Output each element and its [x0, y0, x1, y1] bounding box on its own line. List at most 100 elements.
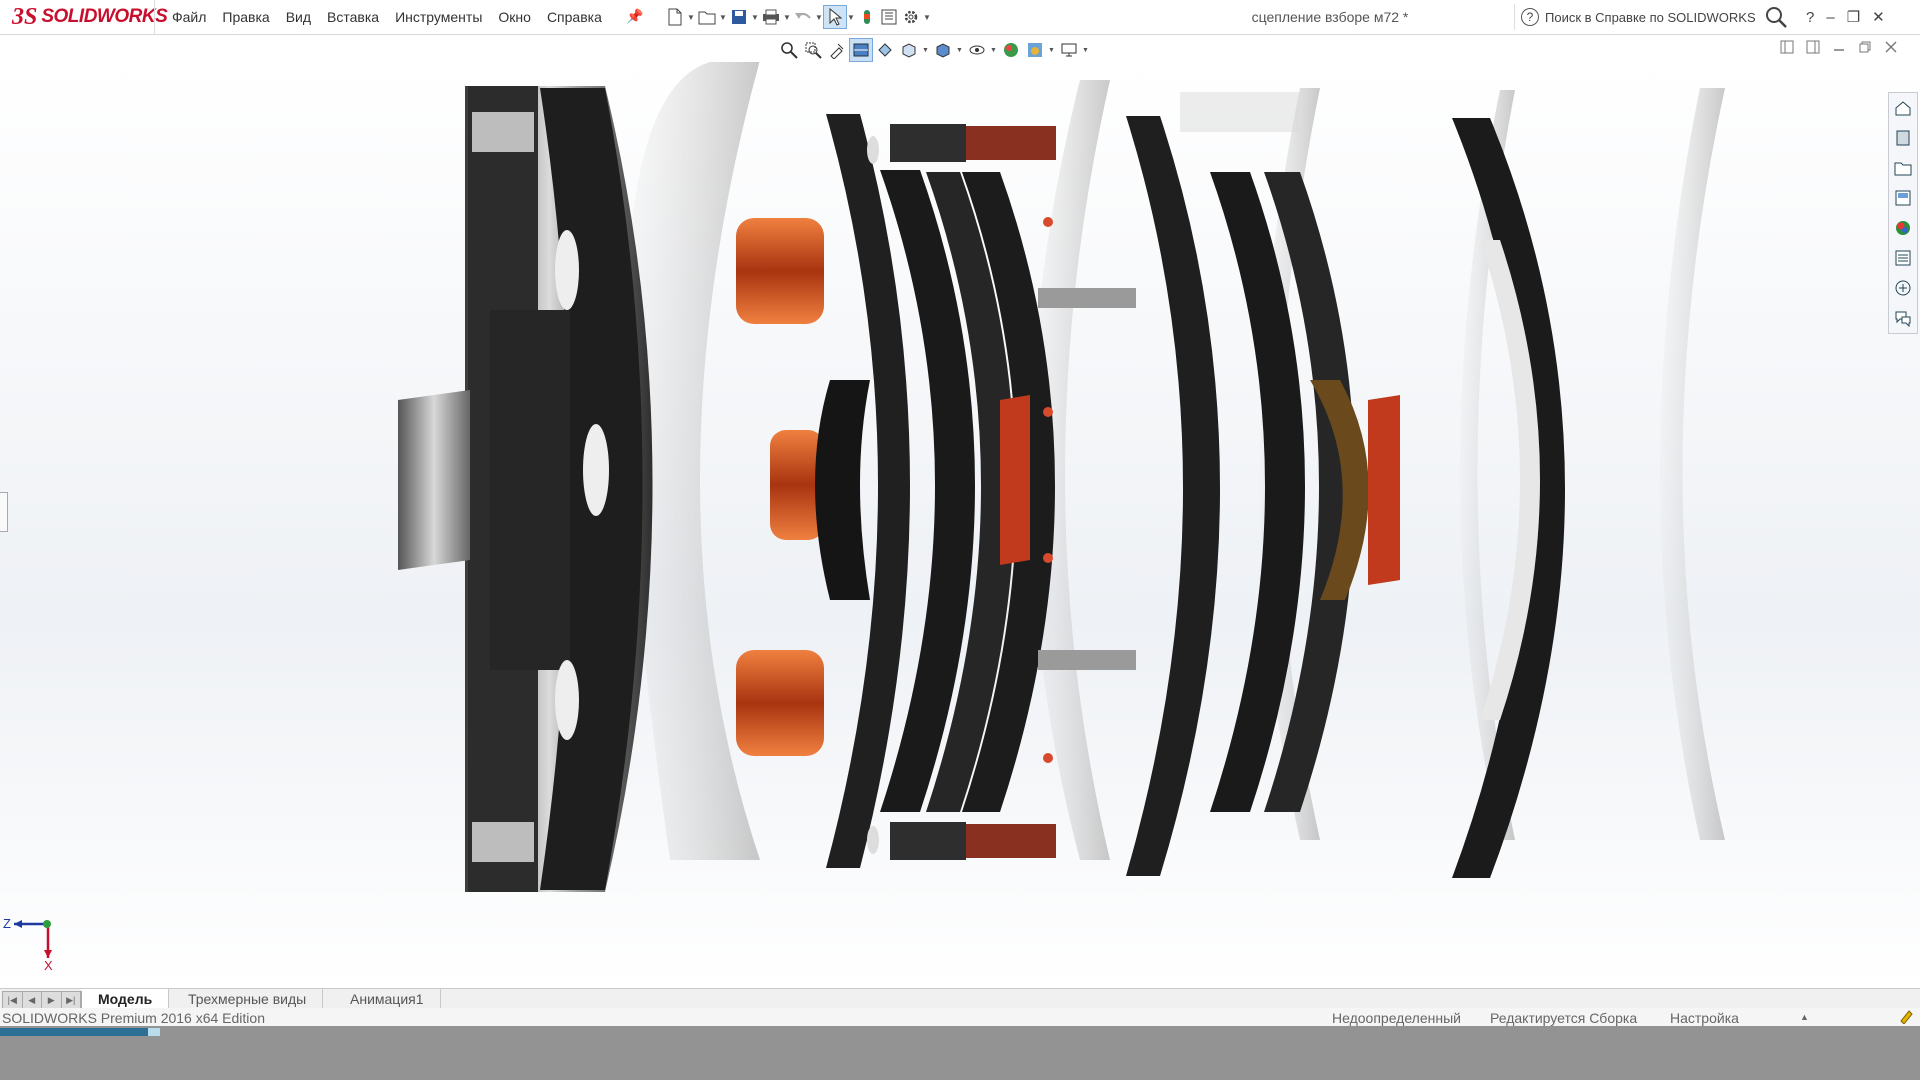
viewport-window-controls	[1780, 40, 1898, 54]
undo-icon[interactable]	[792, 6, 814, 28]
solidworks-logo[interactable]: 3S SOLIDWORKS	[12, 2, 168, 32]
triad-x-label: X	[44, 958, 53, 970]
status-bar: SOLIDWORKS Premium 2016 x64 Edition Недо…	[0, 1008, 1920, 1026]
help-question-icon[interactable]: ?	[1521, 8, 1539, 26]
status-units-settings[interactable]: Настройка	[1670, 1010, 1739, 1026]
split-view-icon[interactable]	[1780, 40, 1794, 54]
dynamic-annotation-icon[interactable]	[874, 39, 896, 61]
status-definition: Недоопределенный	[1332, 1010, 1461, 1026]
model-tabs-bar: |◀ ◀ ▶ ▶| Модель Трехмерные виды Анимаци…	[0, 988, 1920, 1010]
divider	[154, 0, 155, 34]
resources-home-icon[interactable]	[1889, 93, 1917, 123]
minimize-button[interactable]: –	[1826, 9, 1834, 26]
rebuild-status-icon[interactable]	[1898, 1008, 1914, 1027]
last-tab-icon[interactable]: ▶|	[62, 992, 81, 1008]
view-palette-icon[interactable]	[1889, 183, 1917, 213]
next-tab-icon[interactable]: ▶	[42, 992, 62, 1008]
flywheel[interactable]	[398, 86, 653, 892]
tile-view-icon[interactable]	[1806, 40, 1820, 54]
zoom-to-area-icon[interactable]	[802, 39, 824, 61]
menu-file[interactable]: Файл	[172, 9, 206, 25]
restore-button[interactable]: ❐	[1847, 8, 1860, 26]
zoom-to-fit-icon[interactable]	[778, 39, 800, 61]
status-edit-mode: Редактируется Сборка	[1490, 1010, 1638, 1026]
hide-show-dropdown-icon[interactable]: ▼	[990, 47, 998, 54]
save-icon[interactable]	[728, 6, 750, 28]
help-button[interactable]: ?	[1806, 9, 1814, 26]
edit-appearance-icon[interactable]	[1000, 39, 1022, 61]
display-style-icon[interactable]	[932, 39, 954, 61]
pin-menu-icon[interactable]: 📌	[626, 8, 643, 25]
section-view-icon[interactable]	[849, 38, 873, 62]
quick-access-toolbar: ▼ ▼ ▼ ▼ ▼ ▼ ▼	[664, 4, 932, 30]
search-placeholder: Поиск в Справке по SOLIDWORKS	[1545, 9, 1756, 25]
file-explorer-icon[interactable]	[1889, 153, 1917, 183]
open-dropdown-icon[interactable]: ▼	[718, 13, 728, 22]
menu-window[interactable]: Окно	[498, 9, 531, 25]
prev-tab-icon[interactable]: ◀	[23, 992, 42, 1008]
select-cursor-icon[interactable]	[823, 5, 847, 29]
design-library-icon[interactable]	[1889, 123, 1917, 153]
undo-dropdown-icon[interactable]: ▼	[814, 13, 824, 22]
select-dropdown-icon[interactable]: ▼	[846, 13, 856, 22]
view-orientation-dropdown-icon[interactable]: ▼	[922, 47, 930, 54]
viewport-restore-icon[interactable]	[1858, 40, 1872, 54]
print-dropdown-icon[interactable]: ▼	[782, 13, 792, 22]
save-dropdown-icon[interactable]: ▼	[750, 13, 760, 22]
viewport-minimize-icon[interactable]	[1832, 40, 1846, 54]
display-style-dropdown-icon[interactable]: ▼	[956, 47, 964, 54]
menu-insert[interactable]: Вставка	[327, 9, 379, 25]
settings-dropdown-icon[interactable]: ▲	[1800, 1012, 1809, 1022]
view-orientation-icon[interactable]	[898, 39, 920, 61]
solidworks-forum-icon[interactable]	[1889, 273, 1917, 303]
apply-scene-icon[interactable]	[1024, 39, 1046, 61]
menu-help[interactable]: Справка	[547, 9, 602, 25]
friction-discs-rear[interactable]	[1210, 172, 1400, 812]
task-pane	[1888, 92, 1918, 334]
hide-show-items-icon[interactable]	[966, 39, 988, 61]
new-document-icon[interactable]	[664, 6, 686, 28]
apply-scene-dropdown-icon[interactable]: ▼	[1048, 47, 1056, 54]
custom-properties-icon[interactable]	[1889, 243, 1917, 273]
options-dropdown-icon[interactable]: ▼	[922, 13, 932, 22]
tab-animation1[interactable]: Анимация1	[334, 989, 441, 1009]
close-button[interactable]: ✕	[1872, 8, 1885, 26]
progress-bar	[0, 1028, 160, 1036]
tab-model[interactable]: Модель	[82, 989, 170, 1009]
help-search[interactable]: ? Поиск в Справке по SOLIDWORKS	[1514, 4, 1799, 30]
tab-scroll-buttons: |◀ ◀ ▶ ▶|	[2, 991, 82, 1009]
pressure-plate[interactable]	[815, 114, 910, 868]
clutch-assembly-model[interactable]	[0, 62, 1920, 988]
menu-view[interactable]: Вид	[286, 9, 311, 25]
window-background	[0, 1026, 1920, 1080]
previous-view-icon[interactable]	[826, 39, 848, 61]
heads-up-view-toolbar: ▼ ▼ ▼ ▼ ▼	[778, 38, 1090, 62]
viewport-close-icon[interactable]	[1884, 40, 1898, 54]
feature-manager-collapse-handle[interactable]	[0, 492, 8, 532]
progress-bar-end	[148, 1028, 160, 1036]
title-bar: 3S SOLIDWORKS Файл Правка Вид Вставка Ин…	[0, 0, 1920, 35]
rebuild-icon[interactable]	[856, 6, 878, 28]
print-icon[interactable]	[760, 6, 782, 28]
search-icon[interactable]	[1765, 6, 1789, 31]
clutch-springs[interactable]	[736, 218, 824, 756]
options-gear-icon[interactable]	[900, 6, 922, 28]
tab-3d-views[interactable]: Трехмерные виды	[172, 989, 324, 1009]
new-dropdown-icon[interactable]: ▼	[686, 13, 696, 22]
first-tab-icon[interactable]: |◀	[3, 992, 23, 1008]
reference-triad: Z X	[2, 908, 62, 973]
menu-edit[interactable]: Правка	[222, 9, 269, 25]
logo-text: SOLIDWORKS	[41, 6, 168, 27]
chat-icon[interactable]	[1889, 303, 1917, 333]
menu-bar: Файл Правка Вид Вставка Инструменты Окно…	[172, 0, 618, 34]
view-settings-icon[interactable]	[1058, 39, 1080, 61]
status-edition: SOLIDWORKS Premium 2016 x64 Edition	[2, 1010, 265, 1026]
file-properties-icon[interactable]	[878, 6, 900, 28]
view-settings-dropdown-icon[interactable]: ▼	[1082, 47, 1090, 54]
menu-tools[interactable]: Инструменты	[395, 9, 482, 25]
window-controls: ? – ❐ ✕	[1806, 0, 1885, 34]
appearances-icon[interactable]	[1889, 213, 1917, 243]
intermediate-plate[interactable]	[1126, 116, 1220, 876]
open-folder-icon[interactable]	[696, 6, 718, 28]
graphics-area[interactable]	[0, 62, 1920, 988]
